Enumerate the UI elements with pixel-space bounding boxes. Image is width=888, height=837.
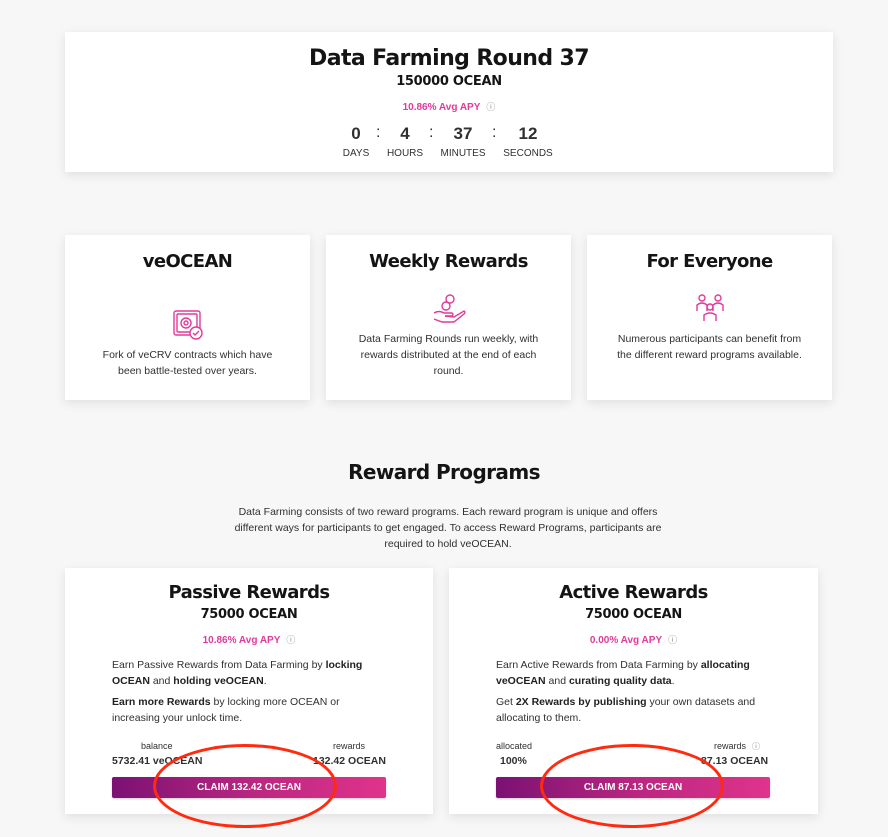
- info-icon[interactable]: ⓘ: [286, 633, 295, 646]
- allocated-label: allocated: [496, 741, 533, 751]
- feature-title: veOCEAN: [142, 251, 233, 272]
- round-title: Data Farming Round 37: [309, 46, 590, 71]
- program-apy: 0.00% Avg APY ⓘ: [449, 630, 818, 648]
- vault-check-icon: [172, 309, 204, 346]
- feature-card-for-everyone: For Everyone Numerous participants can b…: [587, 235, 832, 400]
- allocated-value: 100%: [500, 755, 527, 767]
- round-apy: 10.86% Avg APY ⓘ: [65, 97, 833, 115]
- round-amount: 150000 OCEAN: [396, 74, 502, 89]
- program-apy-value: 0.00% Avg APY: [589, 635, 663, 646]
- countdown-seconds: 12 SECONDS: [503, 124, 553, 159]
- program-apy: 10.86% Avg APY ⓘ: [65, 630, 433, 648]
- program-amount: 75000 OCEAN: [585, 607, 682, 622]
- program-title: Passive Rewards: [168, 582, 331, 603]
- passive-rewards-card: Passive Rewards 75000 OCEAN 10.86% Avg A…: [65, 568, 433, 814]
- rewards-label: rewards ⓘ: [714, 741, 761, 752]
- feature-description: Fork of veCRV contracts which have been …: [102, 349, 273, 377]
- reward-programs-description: Data Farming consists of two reward prog…: [234, 506, 662, 550]
- feature-description: Numerous participants can benefit from t…: [617, 333, 802, 361]
- program-description-2: Earn more Rewards by locking more OCEAN …: [112, 696, 340, 724]
- feature-title: Weekly Rewards: [369, 251, 528, 272]
- rewards-value: 132.42 OCEAN: [313, 755, 386, 767]
- info-icon[interactable]: ⓘ: [668, 633, 677, 646]
- info-icon[interactable]: ⓘ: [486, 100, 495, 113]
- feature-title: For Everyone: [646, 251, 773, 272]
- hand-coins-icon: [432, 293, 466, 330]
- program-description-2: Get 2X Rewards by publishing your own da…: [496, 696, 756, 724]
- round-apy-value: 10.86% Avg APY: [402, 102, 481, 113]
- feature-card-veocean: veOCEAN Fork of veCRV contracts which ha…: [65, 235, 310, 400]
- program-description-1: Earn Passive Rewards from Data Farming b…: [112, 659, 363, 687]
- feature-description: Data Farming Rounds run weekly, with rew…: [358, 333, 539, 377]
- feature-card-weekly-rewards: Weekly Rewards Data Farming Rounds run w…: [326, 235, 571, 400]
- claim-passive-button[interactable]: CLAIM 132.42 OCEAN: [112, 777, 386, 798]
- active-rewards-card: Active Rewards 75000 OCEAN 0.00% Avg APY…: [449, 568, 818, 814]
- balance-value: 5732.41 veOCEAN: [112, 755, 203, 767]
- program-title: Active Rewards: [559, 582, 708, 603]
- program-amount: 75000 OCEAN: [200, 607, 298, 622]
- rewards-label: rewards: [333, 741, 366, 751]
- round-card: Data Farming Round 37 150000 OCEAN 10.86…: [65, 32, 833, 172]
- people-group-icon: [694, 293, 726, 328]
- reward-programs-title: Reward Programs: [348, 460, 540, 484]
- rewards-value: 87.13 OCEAN: [701, 755, 769, 767]
- program-description-1: Earn Active Rewards from Data Farming by…: [496, 659, 750, 687]
- info-icon[interactable]: ⓘ: [752, 741, 760, 752]
- claim-active-button[interactable]: CLAIM 87.13 OCEAN: [496, 777, 770, 798]
- balance-label: balance: [141, 741, 173, 751]
- program-apy-value: 10.86% Avg APY: [202, 635, 281, 646]
